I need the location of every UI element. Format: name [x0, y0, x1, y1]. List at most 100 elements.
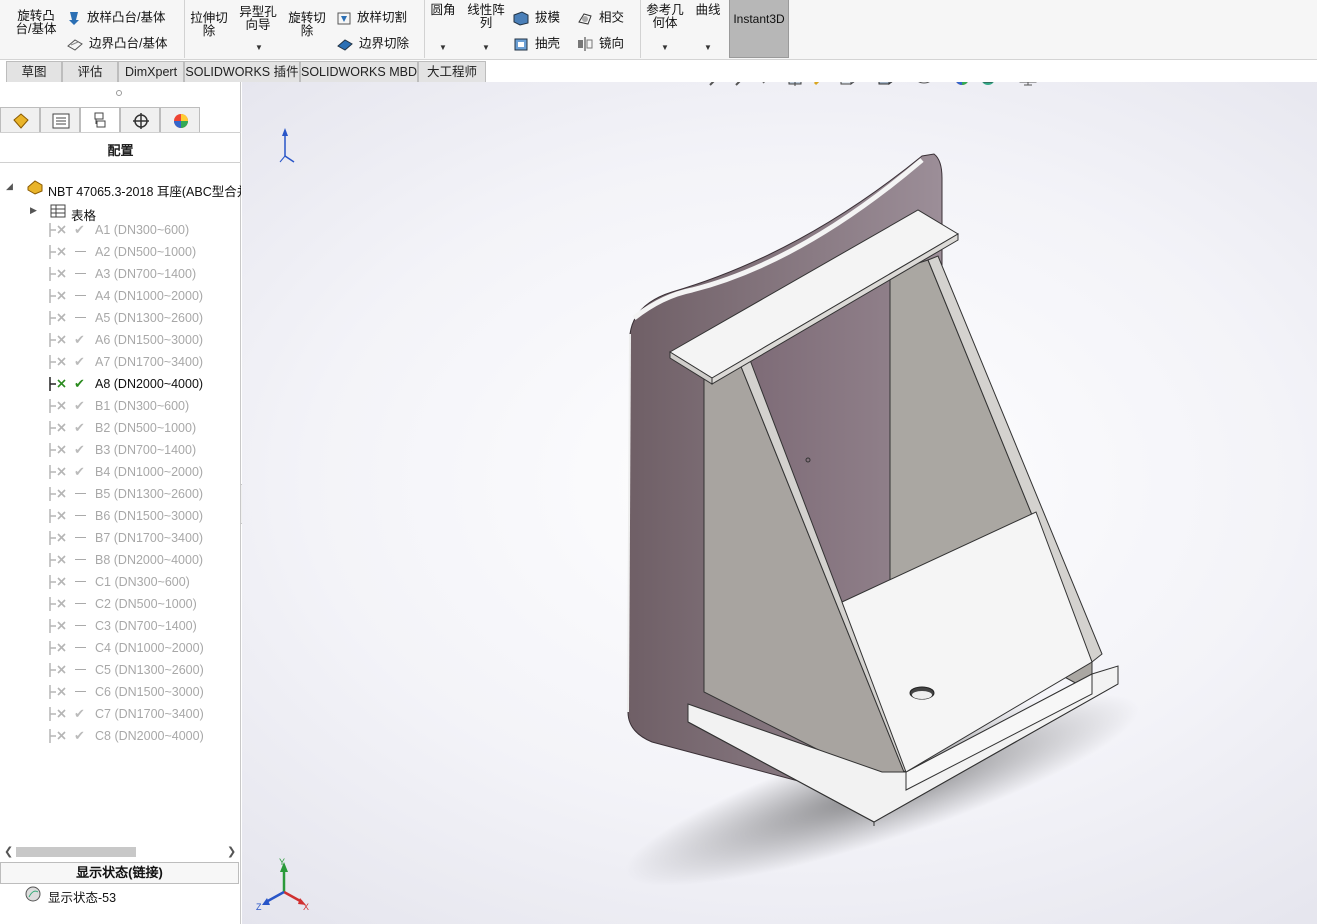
boundary-cut-button[interactable]: 边界切除	[336, 36, 409, 52]
config-item[interactable]: C6 (DN1500~3000)	[0, 681, 241, 703]
config-item[interactable]: ✔ C8 (DN2000~4000)	[0, 725, 241, 747]
config-item[interactable]: ✔ C7 (DN1700~3400)	[0, 703, 241, 725]
config-item[interactable]: C5 (DN1300~2600)	[0, 659, 241, 681]
dynamic-annotation-icon[interactable]	[812, 82, 832, 88]
draft-button[interactable]: 拔模	[512, 10, 560, 26]
view-orientation-icon[interactable]	[838, 82, 858, 88]
config-label: C2 (DN500~1000)	[95, 597, 197, 611]
config-label: A7 (DN1700~3400)	[95, 355, 204, 369]
config-item[interactable]: ✔ B4 (DN1000~2000)	[0, 461, 241, 483]
config-label: B6 (DN1500~3000)	[95, 509, 204, 523]
tab-solidworks-mbd[interactable]: SOLIDWORKS MBD	[300, 61, 418, 82]
panel-divider	[0, 132, 241, 133]
config-item[interactable]: ✔ A7 (DN1700~3400)	[0, 351, 241, 373]
config-label: C8 (DN2000~4000)	[95, 729, 204, 743]
reference-geometry-button[interactable]: 参考几何体	[643, 4, 687, 30]
edit-appearance-icon[interactable]	[952, 82, 972, 88]
config-label: C5 (DN1300~2600)	[95, 663, 204, 677]
configuration-icon	[49, 487, 66, 501]
linear-pattern-dropdown-icon[interactable]: ▼	[482, 43, 490, 52]
dash-icon	[75, 295, 86, 296]
mirror-button[interactable]: 镜向	[576, 36, 624, 52]
configuration-icon	[49, 355, 66, 369]
zoom-to-fit-icon[interactable]	[708, 82, 728, 88]
config-item[interactable]: B8 (DN2000~4000)	[0, 549, 241, 571]
scrollbar-thumb[interactable]	[16, 847, 136, 857]
collapse-icon[interactable]: ◢	[6, 181, 13, 192]
tab-solidworks-addins[interactable]: SOLIDWORKS 插件	[184, 61, 300, 82]
config-item[interactable]: B7 (DN1700~3400)	[0, 527, 241, 549]
triad-x-label: X	[303, 902, 309, 912]
config-tree-root[interactable]: ◢ NBT 47065.3-2018 耳座(ABC型合并	[0, 178, 241, 198]
curves-dropdown-icon[interactable]: ▼	[704, 43, 712, 52]
view-settings-icon[interactable]	[1018, 82, 1038, 88]
config-item[interactable]: C3 (DN700~1400)	[0, 615, 241, 637]
tab-da-gongchengshi[interactable]: 大工程师	[418, 61, 486, 82]
config-label: A2 (DN500~1000)	[95, 245, 197, 259]
configuration-icon	[49, 465, 66, 479]
hide-show-items-icon[interactable]	[914, 82, 934, 88]
boundary-boss-label: 边界凸台/基体	[89, 36, 168, 51]
scroll-right-icon[interactable]: ❯	[227, 845, 236, 858]
config-item[interactable]: A2 (DN500~1000)	[0, 241, 241, 263]
config-item[interactable]: ✔ A1 (DN300~600)	[0, 219, 241, 241]
config-item[interactable]: A5 (DN1300~2600)	[0, 307, 241, 329]
tab-configuration-manager[interactable]	[80, 107, 120, 133]
panel-horizontal-scrollbar[interactable]: ❮ ❯	[0, 844, 241, 860]
config-item[interactable]: B5 (DN1300~2600)	[0, 483, 241, 505]
config-item[interactable]: ✔ A8 (DN2000~4000)	[0, 373, 241, 395]
revolve-boss-button[interactable]: 旋转凸台/基体	[12, 10, 60, 36]
extrude-cut-button[interactable]: 拉伸切除	[188, 12, 230, 38]
expand-icon[interactable]: ▶	[30, 205, 37, 216]
tab-display-manager[interactable]	[160, 107, 200, 133]
scroll-left-icon[interactable]: ❮	[4, 845, 13, 858]
zoom-to-area-icon[interactable]	[734, 82, 754, 88]
configuration-icon	[49, 641, 66, 655]
check-icon: ✔	[74, 222, 85, 237]
hole-wizard-dropdown-icon[interactable]: ▼	[255, 43, 263, 52]
tab-dimxpert[interactable]: DimXpert	[118, 61, 184, 82]
config-item[interactable]: A4 (DN1000~2000)	[0, 285, 241, 307]
config-item[interactable]: C4 (DN1000~2000)	[0, 637, 241, 659]
command-manager-tabs: 草图 评估 DimXpert SOLIDWORKS 插件 SOLIDWORKS …	[0, 60, 490, 82]
shell-button[interactable]: 抽壳	[512, 36, 560, 52]
tab-dimxpert-manager[interactable]	[120, 107, 160, 133]
configuration-icon	[49, 333, 66, 347]
tab-sketch[interactable]: 草图	[6, 61, 62, 82]
config-item[interactable]: A3 (DN700~1400)	[0, 263, 241, 285]
dash-icon	[75, 251, 86, 252]
reference-geometry-dropdown-icon[interactable]: ▼	[661, 43, 669, 52]
config-item[interactable]: B6 (DN1500~3000)	[0, 505, 241, 527]
loft-cut-button[interactable]: 放样切割	[336, 10, 407, 26]
boundary-boss-button[interactable]: 边界凸台/基体	[66, 36, 167, 52]
ribbon-separator	[640, 0, 641, 58]
tab-feature-manager[interactable]	[0, 107, 40, 133]
config-item[interactable]: ✔ A6 (DN1500~3000)	[0, 329, 241, 351]
config-item[interactable]: C1 (DN300~600)	[0, 571, 241, 593]
fillet-button[interactable]: 圆角	[428, 4, 458, 17]
fillet-dropdown-icon[interactable]: ▼	[439, 43, 447, 52]
tab-property-manager[interactable]	[40, 107, 80, 133]
config-item[interactable]: ✔ B1 (DN300~600)	[0, 395, 241, 417]
instant3d-button[interactable]: Instant3D	[729, 0, 789, 58]
curves-button[interactable]: 曲线	[692, 4, 724, 17]
loft-boss-button[interactable]: 放样凸台/基体	[66, 10, 165, 26]
config-item[interactable]: ✔ B3 (DN700~1400)	[0, 439, 241, 461]
linear-pattern-button[interactable]: 线性阵列	[464, 4, 508, 30]
boundary-cut-label: 边界切除	[359, 36, 410, 51]
panel-grip-icon[interactable]	[116, 90, 122, 96]
tab-evaluate[interactable]: 评估	[62, 61, 118, 82]
display-style-icon[interactable]	[876, 82, 896, 88]
intersect-button[interactable]: 相交	[576, 10, 624, 26]
config-item[interactable]: ✔ B2 (DN500~1000)	[0, 417, 241, 439]
apply-scene-icon[interactable]	[978, 82, 998, 88]
hole-wizard-button[interactable]: 异型孔向导	[236, 6, 280, 32]
config-label: B7 (DN1700~3400)	[95, 531, 204, 545]
revolve-cut-button[interactable]: 旋转切除	[286, 12, 328, 38]
section-view-icon[interactable]	[786, 82, 806, 88]
configuration-manager-icon	[94, 112, 106, 128]
previous-view-icon[interactable]	[760, 82, 780, 88]
table-icon	[50, 204, 66, 218]
config-item[interactable]: C2 (DN500~1000)	[0, 593, 241, 615]
graphics-area[interactable]: Y X Z ▼ ▼ ▼ ▼ ▼	[242, 82, 1317, 924]
